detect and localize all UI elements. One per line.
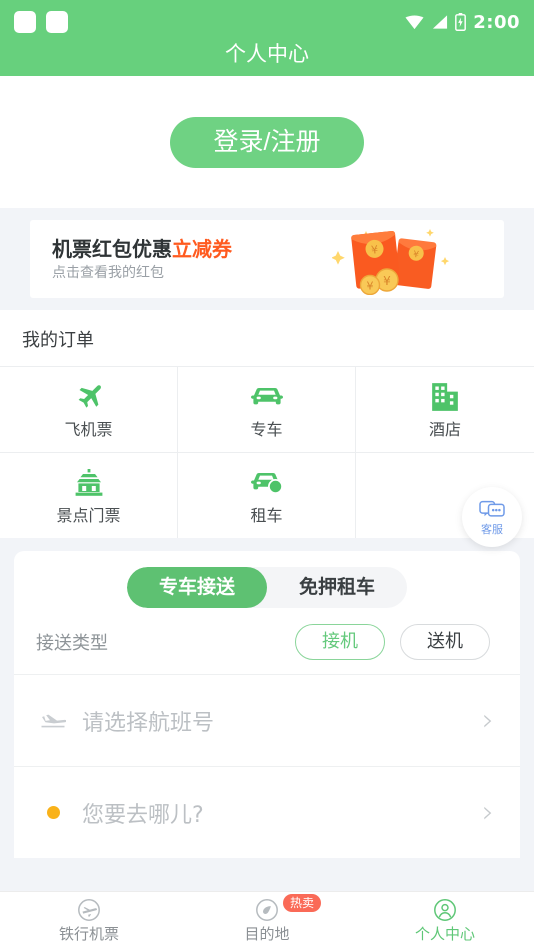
banner-title-highlight: 立减券 — [172, 236, 232, 261]
order-type-hotel[interactable]: 酒店 — [356, 366, 534, 452]
tab-chauffeur-transfer[interactable]: 专车接送 — [126, 567, 267, 608]
user-circle-icon — [434, 899, 456, 921]
nav-item-profile[interactable]: 个人中心 — [356, 892, 534, 948]
nav-item-label: 目的地 — [244, 925, 290, 943]
booking-tabs: 专车接送 免押租车 — [126, 567, 408, 608]
order-type-label: 酒店 — [428, 419, 461, 439]
booking-band: 专车接送 免押租车 接送类型 接机 送机 请选择航班号 › 您要去哪儿? › — [0, 538, 534, 858]
booking-tabs-wrapper: 专车接送 免押租车 — [14, 567, 520, 608]
compass-icon — [256, 899, 278, 921]
hot-sale-badge: 热卖 — [283, 894, 322, 913]
plane-icon — [74, 382, 104, 412]
banner-subtitle: 点击查看我的红包 — [52, 264, 164, 281]
page-header: 个人中心 — [0, 44, 534, 76]
wifi-icon — [405, 15, 424, 30]
destination-placeholder: 您要去哪儿? — [82, 802, 204, 828]
svg-text:¥: ¥ — [383, 274, 391, 288]
destination-field[interactable]: 您要去哪儿? › — [14, 766, 520, 858]
transfer-type-options: 接机 送机 — [295, 624, 490, 660]
order-type-flight[interactable]: 飞机票 — [0, 366, 178, 452]
order-type-label: 飞机票 — [64, 419, 113, 439]
car-icon — [250, 382, 284, 412]
banner-title-main: 机票红包优惠 — [52, 236, 172, 261]
nav-item-flights[interactable]: 铁行机票 — [0, 892, 178, 948]
plane-takeoff-icon — [40, 713, 66, 729]
orange-dot-icon — [40, 806, 66, 819]
chat-bubble-icon — [479, 500, 505, 517]
red-envelope-coins-illustration: ¥ ¥ ¥ ¥ — [331, 223, 452, 296]
customer-service-button[interactable]: 客服 — [462, 487, 522, 547]
my-orders-grid: 飞机票 专车 酒店 景点门票 租车 — [0, 366, 534, 538]
pagoda-icon — [74, 468, 104, 498]
flight-number-field[interactable]: 请选择航班号 › — [14, 674, 520, 766]
nav-item-destinations[interactable]: 热卖 目的地 — [178, 892, 356, 948]
transfer-type-label: 接送类型 — [36, 633, 108, 654]
banner-band: 机票红包优惠立减券 点击查看我的红包 ¥ ¥ ¥ ¥ — [0, 208, 534, 310]
svg-text:¥: ¥ — [367, 280, 374, 293]
flight-number-placeholder: 请选择航班号 — [82, 710, 215, 736]
signal-icon — [433, 15, 448, 29]
order-type-rental-car[interactable]: 租车 — [178, 452, 356, 538]
my-orders-section: 我的订单 飞机票 专车 酒店 景点门票 租车 — [0, 310, 534, 538]
app-screen: 2:00 个人中心 登录/注册 机票红包优惠立减券 点击查看我的红包 ¥ ¥ ¥… — [0, 0, 534, 948]
page-title: 个人中心 — [225, 42, 309, 66]
transfer-option-pickup[interactable]: 接机 — [295, 624, 385, 660]
nav-item-label: 个人中心 — [414, 925, 475, 943]
battery-charging-icon — [455, 13, 467, 31]
bottom-nav: 铁行机票 热卖 目的地 个人中心 — [0, 891, 534, 948]
order-type-label: 租车 — [250, 505, 283, 525]
nav-item-label: 铁行机票 — [58, 925, 119, 943]
coupon-banner[interactable]: 机票红包优惠立减券 点击查看我的红包 ¥ ¥ ¥ ¥ — [30, 220, 504, 298]
svg-text:¥: ¥ — [370, 243, 378, 257]
status-bar-right: 2:00 — [405, 12, 520, 33]
order-type-car[interactable]: 专车 — [178, 366, 356, 452]
login-register-button[interactable]: 登录/注册 — [169, 116, 365, 168]
chevron-right-icon: › — [482, 794, 494, 830]
order-type-attraction-ticket[interactable]: 景点门票 — [0, 452, 178, 538]
order-type-label: 专车 — [250, 419, 283, 439]
my-orders-title: 我的订单 — [22, 330, 94, 351]
status-bar-time: 2:00 — [473, 11, 520, 33]
notification-square-icon — [14, 11, 36, 33]
login-area: 登录/注册 — [0, 76, 534, 208]
tab-deposit-free-rental[interactable]: 免押租车 — [267, 567, 407, 608]
banner-title: 机票红包优惠立减券 — [52, 239, 232, 259]
transfer-option-dropoff[interactable]: 送机 — [400, 624, 490, 660]
hotel-building-icon — [431, 382, 459, 412]
status-bar: 2:00 — [0, 0, 534, 44]
order-type-label: 景点门票 — [56, 505, 121, 525]
booking-card: 专车接送 免押租车 接送类型 接机 送机 请选择航班号 › 您要去哪儿? › — [14, 551, 520, 858]
customer-service-label: 客服 — [481, 522, 503, 536]
transfer-type-row: 接送类型 接机 送机 — [14, 608, 520, 674]
chevron-right-icon: › — [482, 702, 494, 738]
rental-car-icon — [250, 468, 284, 498]
plane-circle-icon — [78, 899, 100, 921]
banner-texts: 机票红包优惠立减券 点击查看我的红包 — [52, 239, 232, 280]
notification-square-icon — [46, 11, 68, 33]
status-bar-left — [14, 11, 68, 33]
